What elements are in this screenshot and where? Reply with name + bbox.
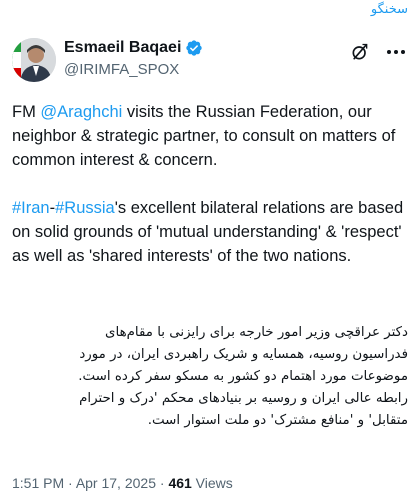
- persian-line: موضوعات مورد اهتمام دو کشور به مسکو سفر …: [78, 369, 408, 384]
- tweet-date[interactable]: Apr 17, 2025: [76, 475, 156, 491]
- mention-link[interactable]: @Araghchi: [40, 103, 122, 121]
- hashtag-russia-link[interactable]: #Russia: [55, 199, 115, 217]
- tweet-text: FM @Araghchi visits the Russian Federati…: [12, 100, 412, 292]
- avatar-image: [12, 38, 56, 82]
- views-label: Views: [191, 475, 233, 491]
- hashtag-iran-link[interactable]: #Iran: [12, 199, 50, 217]
- verified-icon: [186, 40, 203, 56]
- user-handle[interactable]: @IRIMFA_SPOX: [64, 61, 203, 78]
- page-label: سخنگو: [370, 2, 408, 17]
- grok-icon[interactable]: [350, 42, 370, 62]
- tweet-paragraph-persian: دکتر عراقچی وزیر امور خارجه برای رایزنی …: [12, 322, 408, 432]
- tweet-header: Esmaeil Baqaei @IRIMFA_SPOX: [12, 34, 408, 90]
- meta-separator: ·: [155, 475, 169, 491]
- tweet-meta: 1:51 PM · Apr 17, 2025 · 461 Views: [12, 475, 233, 491]
- persian-line: رابطه عالی ایران و روسیه بر بنیادهای محک…: [79, 391, 408, 406]
- tweet-time[interactable]: 1:51 PM: [12, 475, 64, 491]
- more-icon[interactable]: [386, 42, 406, 62]
- avatar[interactable]: [12, 38, 56, 82]
- header-actions: [350, 42, 406, 62]
- persian-line: دکتر عراقچی وزیر امور خارجه برای رایزنی …: [105, 325, 408, 340]
- persian-line: متقابل' و 'منافع مشترک' دو ملت استوار اس…: [147, 413, 408, 428]
- tweet-paragraph-2: #Iran-#Russia's excellent bilateral rela…: [12, 196, 412, 268]
- text-prefix: FM: [12, 103, 41, 121]
- views-count[interactable]: 461: [168, 475, 191, 491]
- tweet-paragraph-1: FM @Araghchi visits the Russian Federati…: [12, 100, 412, 172]
- display-name[interactable]: Esmaeil Baqaei: [64, 39, 181, 57]
- persian-line: فدراسیون روسیه، همسایه و شریک راهبردی ای…: [79, 347, 408, 362]
- name-block: Esmaeil Baqaei @IRIMFA_SPOX: [64, 39, 203, 78]
- meta-separator: ·: [64, 475, 76, 491]
